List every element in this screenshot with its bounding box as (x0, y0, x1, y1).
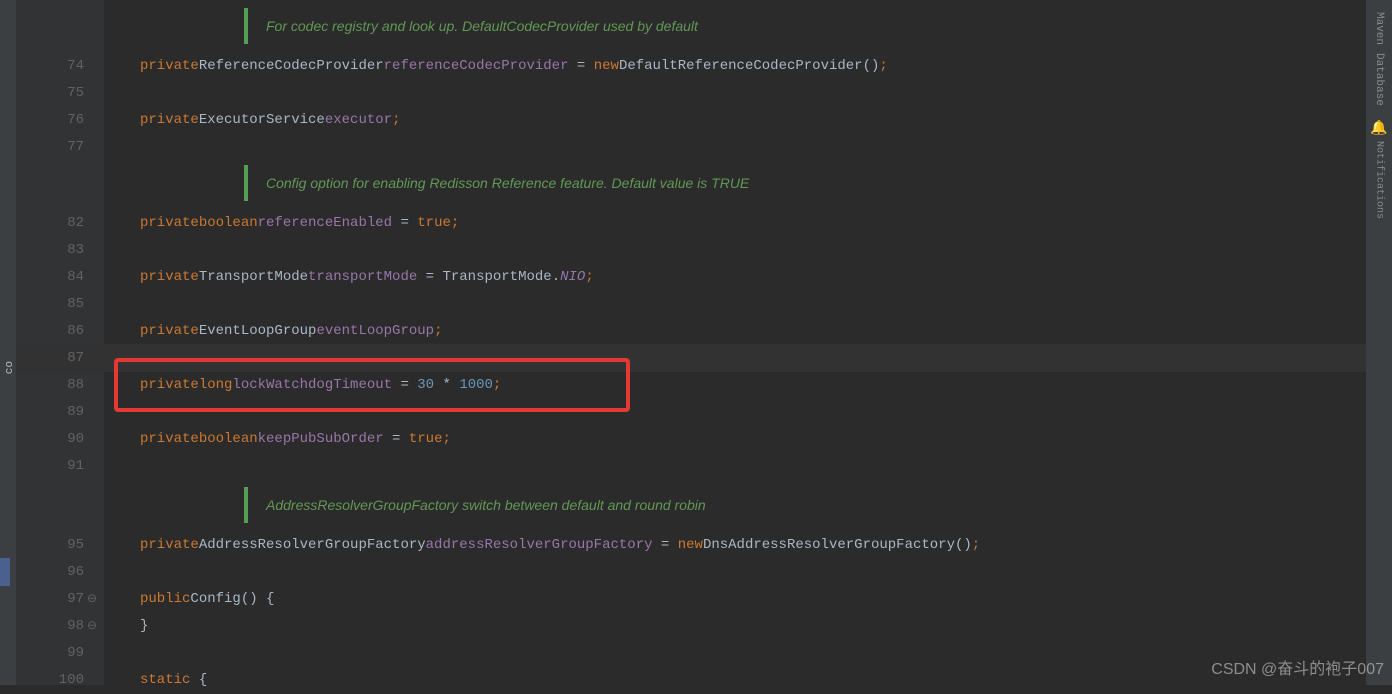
line-number: 76 (16, 106, 104, 134)
line-number: 96 (16, 558, 104, 586)
code-content: private ReferenceCodecProvider reference… (104, 52, 888, 80)
line-number: 89 (16, 398, 104, 426)
code-line: 77 (104, 133, 1366, 161)
sidebar-item-database[interactable]: Database (1373, 53, 1385, 106)
line-number: 95 (16, 531, 104, 559)
code-line: 97 ⊖ public Config() { (104, 585, 1366, 613)
line-number: 87 (16, 344, 104, 372)
javadoc-comment: For codec registry and look up. DefaultC… (244, 8, 698, 44)
code-line: 74 private ReferenceCodecProvider refere… (104, 52, 1366, 80)
javadoc-comment: AddressResolverGroupFactory switch betwe… (244, 487, 706, 523)
code-line: 88 private long lockWatchdogTimeout = 30… (104, 371, 1366, 399)
code-content: private EventLoopGroup eventLoopGroup; (104, 317, 442, 345)
breakpoint-marker[interactable] (0, 558, 10, 586)
code-content: private boolean keepPubSubOrder = true; (104, 425, 451, 453)
line-number: 88 (16, 371, 104, 399)
code-line: 83 (104, 236, 1366, 264)
sidebar-item-left[interactable]: rt (0, 361, 4, 374)
code-line: 100 static { (104, 666, 1366, 694)
code-line: 95 private AddressResolverGroupFactory a… (104, 531, 1366, 559)
line-number: 86 (16, 317, 104, 345)
line-number: 83 (16, 236, 104, 264)
code-line: 85 (104, 290, 1366, 318)
code-content: private TransportMode transportMode = Tr… (104, 263, 594, 291)
line-number: 74 (16, 52, 104, 80)
sidebar-item-left[interactable]: co (4, 361, 16, 374)
code-line: 76 private ExecutorService executor; (104, 106, 1366, 134)
line-number: 75 (16, 79, 104, 107)
code-line: 75 (104, 79, 1366, 107)
line-number: 85 (16, 290, 104, 318)
fold-marker-icon[interactable]: ⊖ (86, 620, 98, 632)
line-number: 99 (16, 639, 104, 667)
code-content: static { (104, 666, 207, 694)
code-content: private AddressResolverGroupFactory addr… (104, 531, 980, 559)
line-number: 91 (16, 452, 104, 480)
line-number: 90 (16, 425, 104, 453)
right-tool-sidebar[interactable]: Maven Database 🔔 Notifications (1366, 0, 1392, 685)
code-content: public Config() { (104, 585, 274, 613)
code-line: 89 (104, 398, 1366, 426)
code-line: 86 private EventLoopGroup eventLoopGroup… (104, 317, 1366, 345)
bell-icon[interactable]: 🔔 (1370, 120, 1387, 137)
line-number: 82 (16, 209, 104, 237)
code-line: 91 (104, 452, 1366, 480)
code-line-current: 87 (104, 344, 1366, 372)
code-content: } (104, 612, 148, 640)
sidebar-item-maven[interactable]: Maven (1373, 12, 1385, 45)
code-line: 98 ⊖ } (104, 612, 1366, 640)
code-line: 99 (104, 639, 1366, 667)
line-number: 77 (16, 133, 104, 161)
line-number: 100 (16, 666, 104, 694)
sidebar-item-notifications[interactable]: Notifications (1374, 141, 1385, 219)
line-number: 84 (16, 263, 104, 291)
code-line: 96 (104, 558, 1366, 586)
code-content: private boolean referenceEnabled = true; (104, 209, 459, 237)
code-line: 84 private TransportMode transportMode =… (104, 263, 1366, 291)
javadoc-comment: Config option for enabling Redisson Refe… (244, 165, 749, 201)
code-content: private long lockWatchdogTimeout = 30 * … (104, 371, 501, 399)
code-editor[interactable]: For codec registry and look up. DefaultC… (104, 0, 1366, 685)
fold-marker-icon[interactable]: ⊖ (86, 593, 98, 605)
code-line: 90 private boolean keepPubSubOrder = tru… (104, 425, 1366, 453)
code-line: 82 private boolean referenceEnabled = tr… (104, 209, 1366, 237)
code-content: private ExecutorService executor; (104, 106, 400, 134)
